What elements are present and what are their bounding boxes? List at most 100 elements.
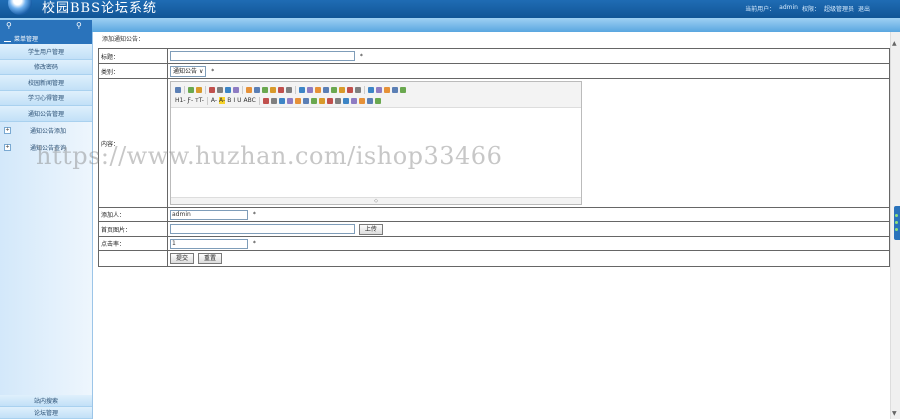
pin-icon[interactable]: ⚲ xyxy=(6,21,12,30)
unlink-icon[interactable] xyxy=(366,97,373,104)
superscript-icon[interactable] xyxy=(376,86,382,93)
source-icon[interactable] xyxy=(175,86,181,93)
about-icon[interactable] xyxy=(374,97,381,104)
redo-icon[interactable] xyxy=(196,86,202,93)
undo-icon[interactable] xyxy=(188,86,194,93)
hr-icon[interactable] xyxy=(262,97,269,104)
role-name: 超级管理员 xyxy=(823,6,854,13)
preview-icon[interactable] xyxy=(209,86,215,93)
status-dot-icon xyxy=(895,228,898,231)
editor-toolbar-row xyxy=(175,84,577,95)
justifycenter-icon[interactable] xyxy=(307,86,313,93)
sidebar-item-notice[interactable]: 通知公告管理 xyxy=(0,106,92,122)
category-value: 通知公告 xyxy=(173,67,198,75)
submit-button[interactable]: 提交 xyxy=(170,253,195,264)
copy-icon[interactable] xyxy=(254,86,260,93)
format-tool-7[interactable]: U xyxy=(237,97,241,104)
insertfile-icon[interactable] xyxy=(310,97,317,104)
fullscreen-icon[interactable] xyxy=(400,86,406,93)
baidumap-icon[interactable] xyxy=(334,97,341,104)
format-tool-5[interactable]: B xyxy=(227,97,231,104)
emoticons-icon[interactable] xyxy=(326,97,333,104)
category-label: 类别： xyxy=(98,63,168,79)
content-label: 内容： xyxy=(98,78,168,208)
link-icon[interactable] xyxy=(358,97,365,104)
title-input[interactable] xyxy=(170,51,355,61)
required-mark: * xyxy=(211,67,215,75)
plainpaste-icon[interactable] xyxy=(270,86,276,93)
category-select[interactable]: 通知公告 ∨ xyxy=(170,65,207,77)
floating-side-tab[interactable] xyxy=(894,206,900,240)
insertorderedlist-icon[interactable] xyxy=(331,86,337,93)
sidebar-item-password[interactable]: 修改密码 xyxy=(0,59,92,75)
reset-button[interactable]: 重置 xyxy=(197,253,222,264)
logout-link[interactable]: 退出 xyxy=(858,4,870,13)
header-stripe: ⚲ ⚲ xyxy=(0,18,900,32)
sidebar-folder-query-notice[interactable]: + 通知公告查询 xyxy=(0,139,92,156)
print-icon[interactable] xyxy=(217,86,223,93)
sidebar-item-search[interactable]: 站内搜索 xyxy=(0,395,92,407)
sidebar-item-study[interactable]: 学习心得管理 xyxy=(0,90,92,106)
paste-icon[interactable] xyxy=(262,86,268,93)
toolbar-separator xyxy=(295,85,296,94)
justifyright-icon[interactable] xyxy=(315,86,321,93)
pin-icon[interactable]: ⚲ xyxy=(76,21,82,30)
quickformat-icon[interactable] xyxy=(392,86,398,93)
current-user-name: admin xyxy=(779,4,798,11)
editor-toolbar: H1- Ƒ-тT- A- A- B I U ABC xyxy=(171,82,581,108)
outdent-icon[interactable] xyxy=(355,86,361,93)
image-label: 首页图片： xyxy=(98,221,168,237)
rich-text-editor[interactable]: H1- Ƒ-тT- A- A- B I U ABC ◇ xyxy=(170,81,582,205)
sidebar-header[interactable]: 菜单管理 xyxy=(0,32,92,44)
user-nav: 当前用户： admin 权限： 超级管理员 退出 xyxy=(745,4,870,13)
folder-label: 通知公告查询 xyxy=(30,144,67,152)
multiimage-icon[interactable] xyxy=(286,97,293,104)
main-content: 添加通知公告： 标题： * 类别： 通知公告 ∨ * 内容： H1- Ƒ- тT… xyxy=(98,32,890,267)
upload-button[interactable]: 上传 xyxy=(358,223,383,235)
system-title: 校园BBS论坛系统 xyxy=(42,1,158,16)
image-icon[interactable] xyxy=(278,97,285,104)
format-tool-6[interactable]: I xyxy=(233,97,235,104)
sidebar-item-news[interactable]: 校园新闻管理 xyxy=(0,75,92,91)
justifyleft-icon[interactable] xyxy=(299,86,305,93)
indent-icon[interactable] xyxy=(347,86,353,93)
top-header: 校园BBS论坛系统 当前用户： admin 权限： 超级管理员 退出 xyxy=(0,0,900,18)
expand-icon[interactable]: + xyxy=(4,126,11,134)
cut-icon[interactable] xyxy=(246,86,252,93)
notice-form: 标题： * 类别： 通知公告 ∨ * 内容： H1- Ƒ- тT- A- A- … xyxy=(98,48,890,267)
subscript-icon[interactable] xyxy=(368,86,374,93)
format-tool-8[interactable]: ABC xyxy=(244,97,256,104)
insertunorderedlist-icon[interactable] xyxy=(339,86,345,93)
adder-input[interactable]: admin xyxy=(170,209,248,220)
clicks-input[interactable]: 1 xyxy=(170,238,248,249)
required-mark: * xyxy=(359,52,363,60)
template-icon[interactable] xyxy=(225,86,231,93)
scroll-up-icon[interactable]: ▲ xyxy=(892,40,897,47)
format-tool-1[interactable]: Ƒ- xyxy=(188,97,194,104)
expand-icon[interactable]: + xyxy=(4,143,11,151)
sidebar-folder-add-notice[interactable]: + 通知公告添加 xyxy=(0,122,92,139)
media-icon[interactable] xyxy=(302,97,309,104)
clearhtml-icon[interactable] xyxy=(384,86,390,93)
sidebar-item-forum[interactable]: 论坛管理 xyxy=(0,407,92,419)
selectall-icon[interactable] xyxy=(286,86,292,93)
table-icon[interactable] xyxy=(318,97,325,104)
flash-icon[interactable] xyxy=(294,97,301,104)
code-icon[interactable] xyxy=(233,86,239,93)
status-dot-icon xyxy=(895,221,898,224)
justifyfull-icon[interactable] xyxy=(323,86,329,93)
format-tool-0[interactable]: H1- xyxy=(175,97,186,104)
format-tool-4[interactable]: A- xyxy=(219,97,226,104)
anchor-icon[interactable] xyxy=(350,97,357,104)
pagebreak-icon[interactable] xyxy=(342,97,349,104)
sidebar-item-students[interactable]: 学生用户管理 xyxy=(0,44,92,60)
wordpaste-icon[interactable] xyxy=(278,86,284,93)
format-tool-2[interactable]: тT- xyxy=(195,97,204,104)
removeformat-icon[interactable] xyxy=(270,97,277,104)
format-tool-3[interactable]: A- xyxy=(211,97,217,104)
clicks-label: 点击率： xyxy=(98,236,168,251)
image-path-input[interactable] xyxy=(170,224,355,234)
sidebar-bottom: 站内搜索 论坛管理 xyxy=(0,395,92,419)
scroll-down-icon[interactable]: ▼ xyxy=(892,410,897,417)
editor-resize-handle[interactable]: ◇ xyxy=(171,197,581,204)
